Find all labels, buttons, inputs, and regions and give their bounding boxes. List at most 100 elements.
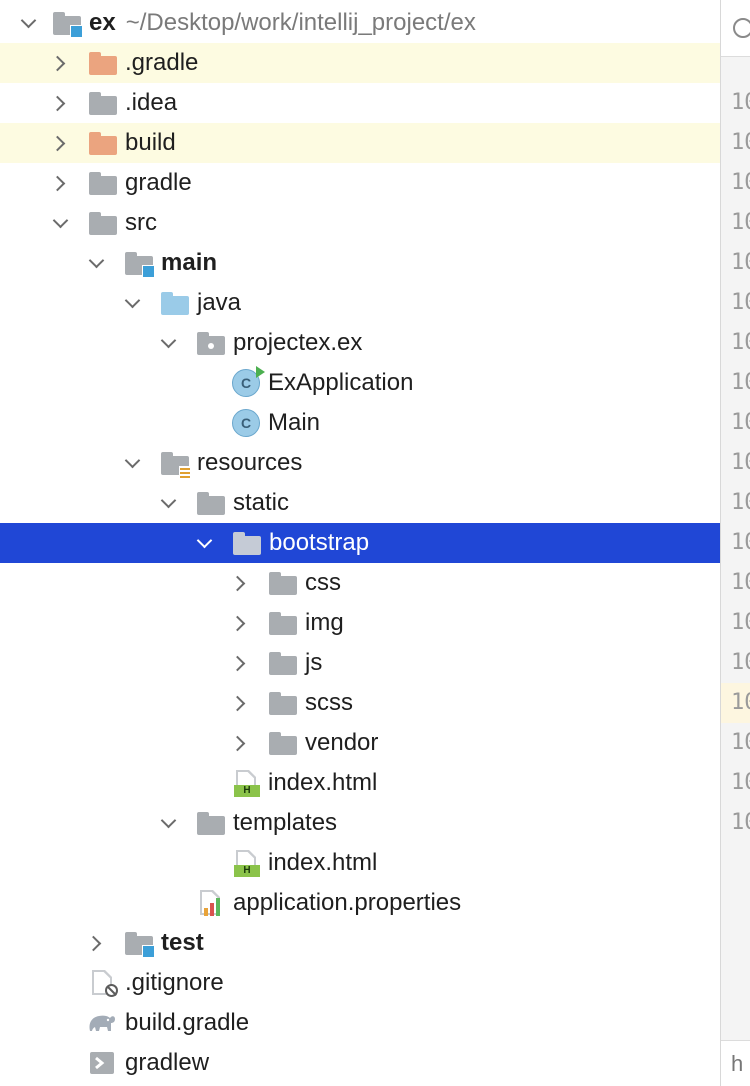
search-icon bbox=[733, 18, 750, 38]
folder-icon bbox=[268, 569, 298, 597]
tree-item-test[interactable]: test bbox=[0, 923, 720, 963]
tree-item-package[interactable]: projectex.ex bbox=[0, 323, 720, 363]
tree-item-main[interactable]: main bbox=[0, 243, 720, 283]
line-number: 10 bbox=[731, 650, 750, 675]
project-name: ex bbox=[89, 9, 116, 36]
chevron-down-icon[interactable] bbox=[122, 452, 142, 473]
html-file-icon: H bbox=[232, 769, 262, 797]
chevron-right-icon[interactable] bbox=[229, 573, 250, 593]
class-icon: C bbox=[232, 409, 262, 437]
chevron-right-icon[interactable] bbox=[229, 653, 250, 673]
editor-gutter: 10 10 10 10 10 10 10 10 10 10 10 10 10 10 10 10 10 10 10 h bbox=[720, 0, 750, 1086]
line-number: 10 bbox=[731, 450, 750, 475]
tree-item-label: test bbox=[161, 929, 204, 956]
tree-item-label: scss bbox=[305, 689, 353, 716]
tree-item-label: java bbox=[197, 289, 242, 316]
tree-item-label: application.properties bbox=[233, 889, 462, 916]
folder-icon bbox=[196, 489, 226, 517]
tree-item-exapplication[interactable]: C ExApplication bbox=[0, 363, 720, 403]
folder-icon bbox=[88, 169, 118, 197]
properties-file-icon bbox=[196, 889, 226, 917]
folder-icon bbox=[268, 689, 298, 717]
tree-item-label: ex ~/Desktop/work/intellij_project/ex bbox=[89, 3, 476, 43]
tree-item-gradle-cache[interactable]: .gradle bbox=[0, 43, 720, 83]
excluded-folder-icon bbox=[88, 129, 118, 157]
tree-item-static[interactable]: static bbox=[0, 483, 720, 523]
chevron-right-icon[interactable] bbox=[49, 133, 70, 153]
tree-item-label: css bbox=[305, 569, 341, 596]
tree-item-build-gradle[interactable]: build.gradle bbox=[0, 1003, 720, 1043]
bar-graph bbox=[204, 898, 220, 916]
tree-item-root[interactable]: ex ~/Desktop/work/intellij_project/ex bbox=[0, 3, 720, 43]
tree-item-src[interactable]: src bbox=[0, 203, 720, 243]
line-number: 10 bbox=[731, 130, 750, 155]
project-tree: ex ~/Desktop/work/intellij_project/ex .gr… bbox=[0, 0, 720, 1086]
folder-icon bbox=[196, 809, 226, 837]
line-number: 10 bbox=[731, 290, 750, 315]
tree-item-label: Main bbox=[268, 409, 321, 436]
html-letter: H bbox=[234, 865, 260, 877]
folder-icon bbox=[268, 649, 298, 677]
tree-item-main-class[interactable]: C Main bbox=[0, 403, 720, 443]
chevron-down-icon[interactable] bbox=[194, 532, 214, 553]
chevron-down-icon[interactable] bbox=[122, 292, 142, 313]
line-number: 10 bbox=[731, 250, 750, 275]
runnable-class-icon: C bbox=[232, 366, 265, 397]
chevron-right-icon[interactable] bbox=[229, 693, 250, 713]
tree-item-css[interactable]: css bbox=[0, 563, 720, 603]
chevron-right-icon[interactable] bbox=[49, 53, 70, 73]
gradle-elephant-icon bbox=[86, 1009, 116, 1037]
line-number: 10 bbox=[721, 683, 750, 723]
tree-item-vendor[interactable]: vendor bbox=[0, 723, 720, 763]
chevron-down-icon[interactable] bbox=[158, 812, 178, 833]
status-text: h bbox=[721, 1040, 750, 1086]
package-icon bbox=[196, 329, 226, 357]
tree-item-idea[interactable]: .idea bbox=[0, 83, 720, 123]
line-number: 10 bbox=[731, 210, 750, 235]
tree-item-static-index[interactable]: H index.html bbox=[0, 763, 720, 803]
module-folder-icon bbox=[124, 929, 155, 958]
line-number: 10 bbox=[731, 530, 750, 555]
chevron-down-icon[interactable] bbox=[86, 252, 106, 273]
tree-item-bootstrap[interactable]: bootstrap bbox=[0, 523, 720, 563]
tree-item-application-properties[interactable]: application.properties bbox=[0, 883, 720, 923]
chevron-down-icon[interactable] bbox=[158, 332, 178, 353]
tree-item-scss[interactable]: scss bbox=[0, 683, 720, 723]
tree-item-build[interactable]: build bbox=[0, 123, 720, 163]
tree-item-label: projectex.ex bbox=[233, 329, 363, 356]
tree-item-resources[interactable]: resources bbox=[0, 443, 720, 483]
chevron-right-icon[interactable] bbox=[229, 733, 250, 753]
html-file-icon: H bbox=[232, 849, 262, 877]
tree-item-label: img bbox=[305, 609, 344, 636]
chevron-down-icon[interactable] bbox=[18, 12, 38, 33]
line-number: 10 bbox=[731, 330, 750, 355]
resources-folder-icon bbox=[160, 449, 191, 478]
tree-item-label: bootstrap bbox=[269, 529, 370, 556]
chevron-down-icon[interactable] bbox=[50, 212, 70, 233]
line-number: 10 bbox=[731, 770, 750, 795]
tree-item-label: build.gradle bbox=[125, 1009, 250, 1036]
tree-item-label: static bbox=[233, 489, 290, 516]
folder-icon bbox=[88, 89, 118, 117]
line-number: 10 bbox=[731, 570, 750, 595]
search-field[interactable] bbox=[721, 0, 750, 57]
tree-item-label: vendor bbox=[305, 729, 379, 756]
chevron-right-icon[interactable] bbox=[229, 613, 250, 633]
ignore-file-icon bbox=[88, 969, 118, 997]
tree-item-label: index.html bbox=[268, 769, 378, 796]
chevron-right-icon[interactable] bbox=[49, 173, 70, 193]
tree-item-gradlew[interactable]: gradlew bbox=[0, 1043, 720, 1083]
tree-item-label: ExApplication bbox=[268, 369, 414, 396]
tree-item-templates[interactable]: templates bbox=[0, 803, 720, 843]
chevron-right-icon[interactable] bbox=[49, 93, 70, 113]
module-folder-icon bbox=[124, 249, 155, 278]
tree-item-java[interactable]: java bbox=[0, 283, 720, 323]
tree-item-gradle[interactable]: gradle bbox=[0, 163, 720, 203]
chevron-down-icon[interactable] bbox=[158, 492, 178, 513]
tree-item-js[interactable]: js bbox=[0, 643, 720, 683]
chevron-right-icon[interactable] bbox=[85, 933, 106, 953]
tree-item-templates-index[interactable]: H index.html bbox=[0, 843, 720, 883]
tree-item-gitignore[interactable]: .gitignore bbox=[0, 963, 720, 1003]
tree-item-label: .gradle bbox=[125, 49, 199, 76]
tree-item-img[interactable]: img bbox=[0, 603, 720, 643]
